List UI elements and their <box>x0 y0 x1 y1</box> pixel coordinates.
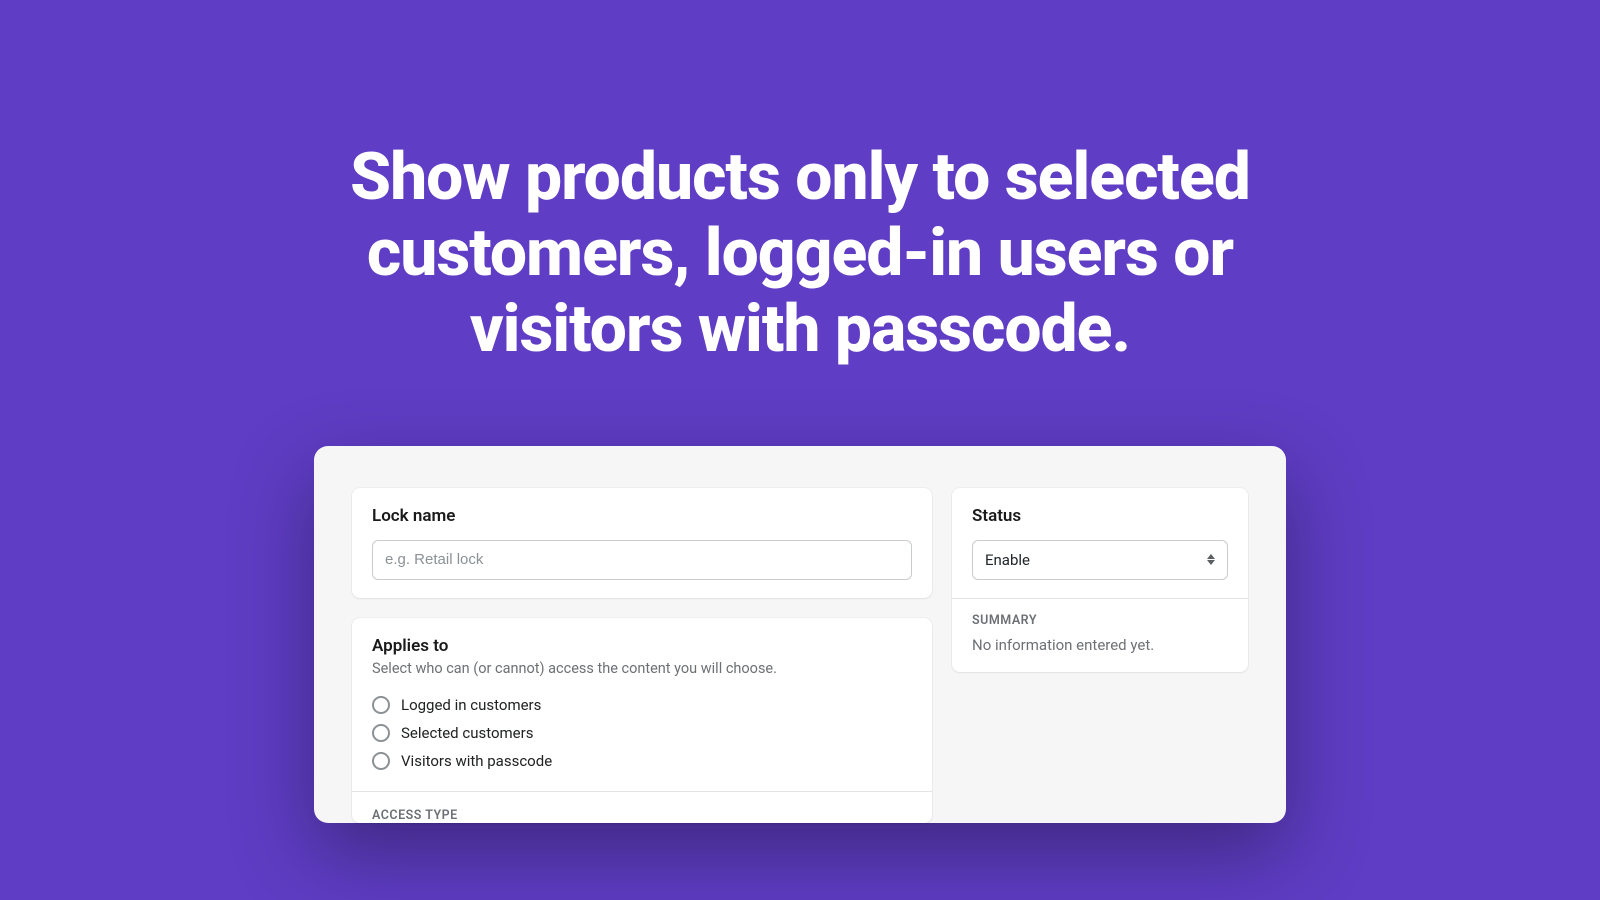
applies-to-card: Applies to Select who can (or cannot) ac… <box>352 618 932 823</box>
summary-text: No information entered yet. <box>972 636 1228 654</box>
radio-selected-customers[interactable]: Selected customers <box>372 719 912 747</box>
access-type-label: ACCESS TYPE <box>352 792 932 823</box>
radio-icon <box>372 724 390 742</box>
radio-label: Logged in customers <box>401 696 541 714</box>
lock-name-card: Lock name <box>352 488 932 598</box>
summary-label: SUMMARY <box>972 613 1228 628</box>
status-select[interactable]: Enable <box>972 540 1228 580</box>
hero-heading: Show products only to selected customers… <box>0 0 1600 368</box>
summary-block: SUMMARY No information entered yet. <box>952 598 1248 672</box>
status-card: Status Enable SUMMARY No information ent… <box>952 488 1248 672</box>
radio-icon <box>372 752 390 770</box>
left-column: Lock name Applies to Select who can (or … <box>352 488 932 823</box>
radio-label: Visitors with passcode <box>401 752 552 770</box>
applies-to-title: Applies to <box>372 636 912 656</box>
lock-name-input[interactable] <box>372 540 912 580</box>
settings-panel: Lock name Applies to Select who can (or … <box>314 446 1286 823</box>
radio-logged-in-customers[interactable]: Logged in customers <box>372 691 912 719</box>
radio-label: Selected customers <box>401 724 533 742</box>
radio-visitors-with-passcode[interactable]: Visitors with passcode <box>372 747 912 775</box>
applies-to-helper: Select who can (or cannot) access the co… <box>372 660 912 677</box>
status-select-value: Enable <box>985 551 1030 569</box>
right-column: Status Enable SUMMARY No information ent… <box>952 488 1248 672</box>
radio-icon <box>372 696 390 714</box>
hero-line-2: customers, logged-in users or <box>0 216 1600 292</box>
status-title: Status <box>972 506 1228 526</box>
hero-line-1: Show products only to selected <box>0 140 1600 216</box>
hero-line-3: visitors with passcode. <box>0 292 1600 368</box>
lock-name-title: Lock name <box>372 506 912 526</box>
